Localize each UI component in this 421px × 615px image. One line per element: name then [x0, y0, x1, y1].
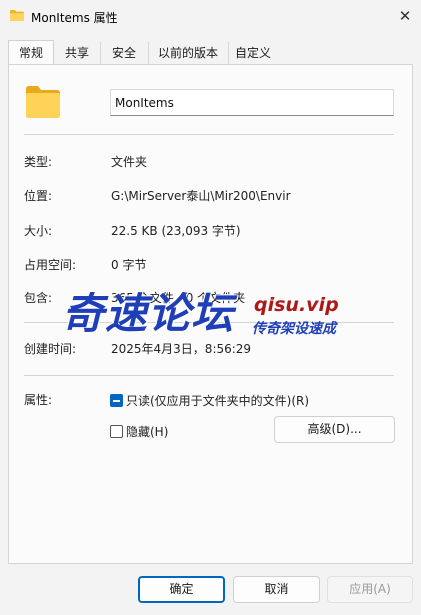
- folder-name-input[interactable]: [110, 89, 394, 116]
- apply-button[interactable]: 应用(A): [327, 576, 413, 603]
- tab-general[interactable]: 常规: [8, 40, 54, 65]
- location-label: 位置:: [24, 189, 53, 203]
- cancel-button[interactable]: 取消: [233, 576, 320, 603]
- readonly-label[interactable]: 只读(仅应用于文件夹中的文件)(R): [126, 392, 309, 409]
- tab-security[interactable]: 安全: [100, 42, 149, 64]
- watermark-subtitle: 传奇架设速成: [252, 321, 336, 337]
- attributes-label: 属性:: [24, 393, 53, 407]
- tab-previous-versions[interactable]: 以前的版本: [148, 42, 229, 64]
- folder-icon: [10, 10, 24, 21]
- watermark-main-text: 奇速论坛: [62, 289, 235, 338]
- separator: [24, 375, 394, 376]
- watermark-url: qisu.vip: [254, 294, 339, 316]
- size-label: 大小:: [24, 224, 53, 238]
- contains-label: 包含:: [24, 291, 53, 305]
- tab-customize[interactable]: 自定义: [228, 42, 278, 64]
- hidden-checkbox[interactable]: [110, 425, 123, 438]
- hidden-label[interactable]: 隐藏(H): [126, 423, 168, 440]
- close-icon: ✕: [398, 7, 412, 25]
- tab-sharing[interactable]: 共享: [54, 42, 101, 64]
- tab-strip: 常规 共享 安全 以前的版本 自定义: [8, 40, 414, 65]
- title-bar: MonItems 属性 ✕: [0, 0, 421, 34]
- watermark: 奇速论坛 qisu.vip 传奇架设速成: [62, 288, 362, 344]
- separator: [24, 134, 394, 135]
- type-label: 类型:: [24, 155, 53, 169]
- size-value: 22.5 KB (23,093 字节): [111, 224, 241, 238]
- size-on-disk-label: 占用空间:: [24, 258, 77, 272]
- location-value: G:\MirServer泰山\Mir200\Envir: [111, 189, 291, 203]
- advanced-button[interactable]: 高级(D)...: [274, 416, 395, 443]
- readonly-checkbox[interactable]: [110, 394, 123, 407]
- window-title: MonItems 属性: [31, 11, 118, 25]
- type-value: 文件夹: [111, 155, 148, 169]
- ok-button[interactable]: 确定: [138, 576, 225, 603]
- size-on-disk-value: 0 字节: [111, 258, 147, 272]
- close-button[interactable]: ✕: [392, 4, 418, 28]
- folder-icon: [26, 86, 60, 118]
